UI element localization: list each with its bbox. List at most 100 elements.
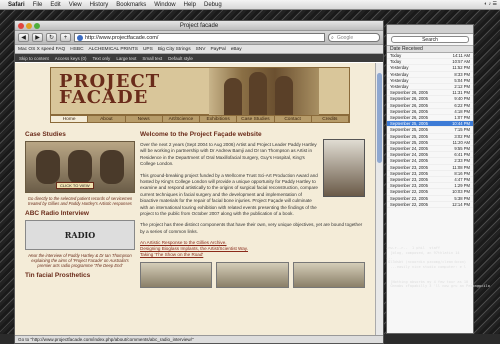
mail-row[interactable]: September 22, 2005 12:14 PM <box>387 201 473 209</box>
forward-button[interactable]: ▶ <box>32 33 43 42</box>
menu-help[interactable]: Help <box>184 2 196 8</box>
bookmark-item[interactable]: SNV <box>196 47 206 52</box>
mail-row-date: September 24, 2005 <box>390 158 428 164</box>
site-header: PROJECT FACADE <box>50 67 350 116</box>
mail-row-time: 11:20 AM <box>452 139 470 145</box>
mail-row-date: September 26, 2005 <box>390 115 428 121</box>
title-bar[interactable]: Project facade <box>15 21 383 31</box>
mail-row-time: 4:47 PM <box>454 177 470 183</box>
nav-news[interactable]: News <box>126 116 163 122</box>
nav-contact[interactable]: Contact <box>275 116 312 122</box>
favicon-icon <box>77 35 83 41</box>
large-text-link[interactable]: Large text <box>116 56 136 61</box>
nav-exhibitions[interactable]: Exhibitions <box>200 116 238 122</box>
terminal-text: -rw-r--r-- 1 phil staff [blog, composed,… <box>386 246 490 289</box>
mail-row-time: 6:22 PM <box>454 102 470 108</box>
default-style-link[interactable]: Default style <box>168 56 193 61</box>
menu-view[interactable]: View <box>69 2 82 8</box>
mail-row-date: September 26, 2005 <box>390 108 428 114</box>
bookmark-item[interactable]: eBay <box>231 47 242 52</box>
add-bookmark-button[interactable]: + <box>60 33 71 42</box>
safari-window: Project facade ◀ ▶ ↻ + http://www.projec… <box>14 20 384 344</box>
mail-toolbar <box>387 25 473 34</box>
mail-search-field[interactable]: Search <box>391 36 469 43</box>
case-studies-photo[interactable]: CLICK TO VIEW <box>25 141 135 193</box>
mail-row-time: 1:29 PM <box>454 183 470 189</box>
close-icon[interactable] <box>18 23 24 29</box>
accessibility-bar: Skip to content Access keys (0) Text onl… <box>15 54 383 62</box>
status-bar: Go to "http://www.projectfacade.com/inde… <box>15 335 383 343</box>
mail-row-time: 8:16 PM <box>454 170 470 176</box>
mail-row-date: September 24, 2005 <box>390 146 428 152</box>
mail-row-time: 2:12 PM <box>454 84 470 90</box>
menu-history[interactable]: History <box>90 2 109 8</box>
search-field[interactable]: ⌕ Google <box>328 33 380 42</box>
bookmark-item[interactable]: UPS <box>143 47 153 52</box>
nav-art-science[interactable]: Art/Science <box>163 116 200 122</box>
mail-row-date: September 23, 2005 <box>390 177 428 183</box>
mail-row-date: Today <box>390 53 402 58</box>
nav-credits[interactable]: Credits <box>312 116 349 122</box>
site-nav: Home About News Art/Science Exhibitions … <box>50 115 350 123</box>
reload-button[interactable]: ↻ <box>46 33 57 42</box>
tin-prosthetics-title: Tin facial Prosthetics <box>25 272 91 279</box>
thumbnail[interactable] <box>140 262 213 289</box>
mail-rows: Today 14:11 AM Today 10:57 AM Yesterday 11:52… <box>387 53 473 209</box>
skip-link[interactable]: Skip to content <box>19 56 49 61</box>
nav-home[interactable]: Home <box>51 116 89 122</box>
thumbnails <box>140 262 365 289</box>
mail-row-date: September 23, 2005 <box>390 183 428 189</box>
menu-bookmarks[interactable]: Bookmarks <box>116 2 146 8</box>
mail-row-date: September 25, 2005 <box>390 139 428 145</box>
mail-row-time: 9:55 PM <box>454 146 470 152</box>
component-link[interactable]: Taking 'The Show on the Road' <box>140 252 365 258</box>
minimize-icon[interactable] <box>26 23 32 29</box>
mail-row-time: 8:33 PM <box>454 71 470 77</box>
mail-row-date: September 26, 2005 <box>390 102 428 108</box>
nav-case-studies[interactable]: Case Studies <box>237 116 275 122</box>
radio-logo[interactable]: RADIO <box>25 220 135 250</box>
desktop: Project facade ◀ ▶ ↻ + http://www.projec… <box>0 10 500 344</box>
mail-row-date: September 22, 2005 <box>390 201 428 207</box>
thumbnail[interactable] <box>216 262 289 289</box>
mail-row-time: 3:02 PM <box>454 133 470 139</box>
bookmark-item[interactable]: PayPal <box>210 47 225 52</box>
bookmark-item[interactable]: Mac OS X speed FAQ <box>18 47 65 52</box>
click-to-view-button[interactable]: CLICK TO VIEW <box>56 182 94 189</box>
zoom-icon[interactable] <box>34 23 40 29</box>
mail-row-time: 7:15 PM <box>454 127 470 133</box>
date-received-header[interactable]: Date Received <box>387 45 473 53</box>
thumbnail[interactable] <box>292 262 365 289</box>
portrait-photo <box>323 139 365 197</box>
menu-file[interactable]: File <box>33 2 43 8</box>
small-text-link[interactable]: Small text <box>142 56 162 61</box>
menu-edit[interactable]: Edit <box>50 2 60 8</box>
address-bar[interactable]: http://www.projectfacade.com/ <box>74 33 325 42</box>
bookmark-item[interactable]: Big City Strings <box>158 47 191 52</box>
nav-about[interactable]: About <box>88 116 126 122</box>
menu-window[interactable]: Window <box>154 2 175 8</box>
mail-row-date: September 24, 2005 <box>390 152 428 158</box>
mail-row-time: 11:52 PM <box>452 65 470 71</box>
back-button[interactable]: ◀ <box>18 33 29 42</box>
access-keys-link[interactable]: Access keys (0) <box>55 56 87 61</box>
window-title: Project facade <box>179 22 219 29</box>
text-only-link[interactable]: Text only <box>93 56 111 61</box>
mail-row-time: 4:18 PM <box>454 108 470 114</box>
search-icon: ⌕ <box>331 35 334 41</box>
soldiers-photo <box>209 68 319 116</box>
bookmark-item[interactable]: ALCHEMICAL PRINTS <box>89 47 138 52</box>
bookmark-item[interactable]: HSBC <box>70 47 83 52</box>
logo-line2: FACADE <box>59 87 149 108</box>
bookmarks-bar: Mac OS X speed FAQ HSBC ALCHEMICAL PRINT… <box>15 45 383 54</box>
menu-safari[interactable]: Safari <box>8 2 25 8</box>
vertical-scrollbar[interactable] <box>375 63 383 337</box>
site-logo[interactable]: PROJECT FACADE <box>59 73 160 108</box>
mail-row-date: September 22, 2005 <box>390 189 428 195</box>
welcome-heading: Welcome to the Project Façade website <box>140 131 262 138</box>
scroll-thumb[interactable] <box>377 73 382 163</box>
radio-caption: Hear the interview of Paddy Hartley & Dr… <box>28 253 132 268</box>
mail-row-date: Yesterday <box>390 71 409 77</box>
menu-extras[interactable]: ◐ ♪ ☰ <box>484 1 497 7</box>
menu-debug[interactable]: Debug <box>204 2 222 8</box>
